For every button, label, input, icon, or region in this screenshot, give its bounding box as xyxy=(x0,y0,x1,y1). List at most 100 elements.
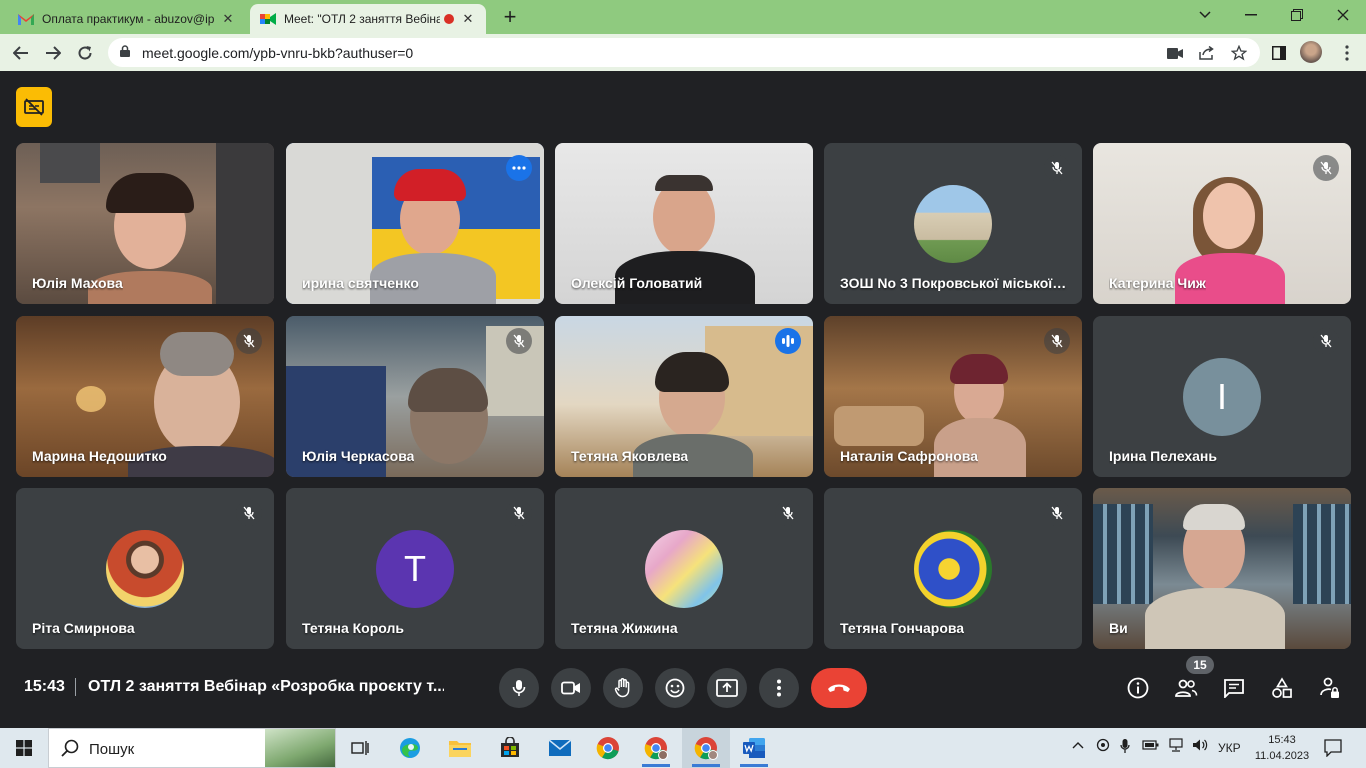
participant-name: Тетяна Жижина xyxy=(571,620,678,636)
notifications-icon[interactable] xyxy=(1324,739,1342,760)
camera-button[interactable] xyxy=(551,668,591,708)
microphone-button[interactable] xyxy=(499,668,539,708)
participant-tile[interactable]: Тетяна Жижина xyxy=(555,488,813,649)
participant-name: Олексій Головатий xyxy=(571,275,703,291)
battery-icon[interactable] xyxy=(1142,738,1160,755)
leave-call-button[interactable] xyxy=(811,668,867,708)
close-window-button[interactable] xyxy=(1320,0,1366,30)
participant-tile[interactable]: Тетяна Гончарова xyxy=(824,488,1082,649)
tab-meet[interactable]: Meet: "ОТЛ 2 заняття Вебінар ✕ xyxy=(250,4,486,34)
minimize-button[interactable] xyxy=(1228,0,1274,30)
participant-tile[interactable]: Юлія Черкасова xyxy=(286,316,544,477)
taskbar: Пошук УКР 15:43 11.04.2023 xyxy=(0,728,1366,768)
close-icon[interactable]: ✕ xyxy=(460,11,476,27)
camera-in-use-icon[interactable] xyxy=(1166,44,1184,62)
show-hidden-icons[interactable] xyxy=(1072,738,1084,752)
gmail-icon xyxy=(18,11,34,27)
chrome-profile-app[interactable] xyxy=(632,728,680,768)
windows-icon xyxy=(16,740,32,756)
mail-app[interactable] xyxy=(536,728,584,768)
chrome-active-app[interactable] xyxy=(682,728,730,768)
participant-name: Тетяна Яковлева xyxy=(571,448,689,464)
chrome-icon xyxy=(596,737,619,760)
reload-button[interactable] xyxy=(72,40,98,66)
more-options-button[interactable] xyxy=(759,668,799,708)
more-options-button[interactable] xyxy=(506,155,532,181)
input-language[interactable]: УКР xyxy=(1218,741,1241,755)
participant-name: ЗОШ No 3 Покровської міської ради Донець… xyxy=(840,275,1068,291)
host-controls-button[interactable] xyxy=(1317,675,1343,701)
mic-off-icon xyxy=(1044,500,1070,526)
tab-gmail[interactable]: Оплата практикум - abuzov@ipp ✕ xyxy=(8,4,246,34)
chat-button[interactable] xyxy=(1221,675,1247,701)
start-button[interactable] xyxy=(0,728,48,768)
close-icon[interactable]: ✕ xyxy=(220,11,236,27)
mic-off-icon xyxy=(236,500,262,526)
participant-name: Ріта Смирнова xyxy=(32,620,135,636)
bookmark-star-icon[interactable] xyxy=(1230,44,1248,62)
participant-tile[interactable]: ЗОШ No 3 Покровської міської ради Донець… xyxy=(824,143,1082,304)
chrome-icon xyxy=(694,737,718,760)
chrome-icon xyxy=(644,737,668,760)
edge-app[interactable] xyxy=(386,728,434,768)
forward-button[interactable] xyxy=(40,40,66,66)
system-clock[interactable]: 15:43 11.04.2023 xyxy=(1254,732,1310,764)
network-icon[interactable] xyxy=(1168,738,1186,755)
raise-hand-button[interactable] xyxy=(603,668,643,708)
navigation-bar: meet.google.com/ypb-vnru-bkb?authuser=0 xyxy=(0,34,1366,71)
restore-button[interactable] xyxy=(1274,0,1320,30)
store-app[interactable] xyxy=(486,728,534,768)
participant-tile[interactable]: Катерина Чиж xyxy=(1093,143,1351,304)
share-icon[interactable] xyxy=(1198,44,1216,62)
shapes-icon xyxy=(1272,677,1292,698)
participant-tile[interactable]: Ви xyxy=(1093,488,1351,649)
lock-person-icon xyxy=(1320,677,1339,698)
microphone-in-use-icon[interactable] xyxy=(1120,738,1130,757)
word-app[interactable] xyxy=(730,728,778,768)
back-button[interactable] xyxy=(8,40,34,66)
emoji-reactions-button[interactable] xyxy=(655,668,695,708)
meeting-details-button[interactable] xyxy=(1125,675,1151,701)
tab-search-button[interactable] xyxy=(1182,0,1228,30)
participant-tile[interactable]: Тетяна Яковлева xyxy=(555,316,813,477)
side-panel-icon[interactable] xyxy=(1266,40,1292,66)
file-explorer-app[interactable] xyxy=(436,728,484,768)
participant-tile[interactable]: T Тетяна Король xyxy=(286,488,544,649)
address-bar[interactable]: meet.google.com/ypb-vnru-bkb?authuser=0 xyxy=(108,38,1260,67)
participant-tile[interactable]: I Ірина Пелехань xyxy=(1093,316,1351,477)
participant-name: Ірина Пелехань xyxy=(1109,448,1217,464)
more-menu-icon[interactable] xyxy=(1334,40,1360,66)
participant-tile[interactable]: ирина святченко xyxy=(286,143,544,304)
present-screen-button[interactable] xyxy=(707,668,747,708)
participant-name: Ви xyxy=(1109,620,1128,636)
task-view-icon xyxy=(351,741,369,755)
present-icon xyxy=(716,679,738,697)
participant-avatar xyxy=(645,530,723,608)
participant-tile[interactable]: Наталія Сафронова xyxy=(824,316,1082,477)
taskbar-search[interactable]: Пошук xyxy=(48,728,336,768)
volume-icon[interactable] xyxy=(1192,738,1208,755)
url-text: meet.google.com/ypb-vnru-bkb?authuser=0 xyxy=(142,45,414,61)
new-tab-button[interactable]: + xyxy=(498,6,522,30)
tab-strip: Оплата практикум - abuzov@ipp ✕ Meet: "О… xyxy=(0,0,1366,34)
chrome-app[interactable] xyxy=(584,728,632,768)
word-icon xyxy=(743,738,765,758)
edge-icon xyxy=(400,738,420,758)
participant-tile[interactable]: Олексій Головатий xyxy=(555,143,813,304)
mic-off-icon xyxy=(1313,328,1339,354)
search-highlight-image xyxy=(265,729,335,767)
task-view-button[interactable] xyxy=(336,728,384,768)
folder-icon xyxy=(449,741,471,757)
activities-button[interactable] xyxy=(1269,675,1295,701)
people-button[interactable] xyxy=(1173,675,1199,701)
profile-avatar[interactable] xyxy=(1300,41,1322,63)
mic-off-icon xyxy=(506,500,532,526)
location-icon[interactable] xyxy=(1096,738,1110,757)
participant-name: Тетяна Король xyxy=(302,620,404,636)
participant-count-badge: 15 xyxy=(1186,656,1214,674)
participant-avatar: T xyxy=(376,530,454,608)
participant-tile[interactable]: Марина Недошитко xyxy=(16,316,274,477)
captions-off-icon[interactable] xyxy=(16,87,52,127)
participant-tile[interactable]: Ріта Смирнова xyxy=(16,488,274,649)
participant-tile[interactable]: Юлія Махова xyxy=(16,143,274,304)
